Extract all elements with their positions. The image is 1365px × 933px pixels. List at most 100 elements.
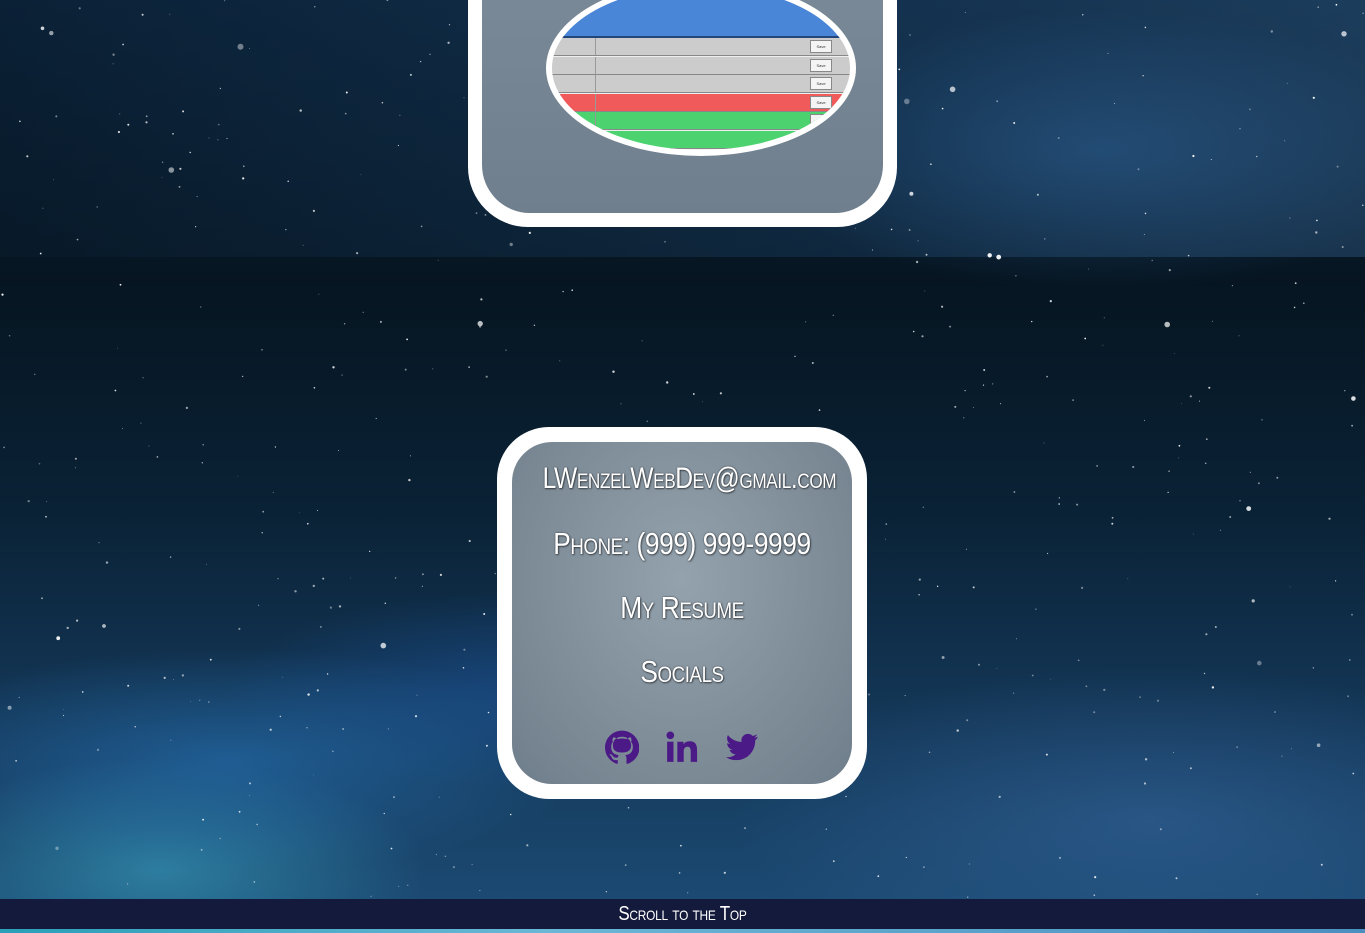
star: [1151, 259, 1153, 262]
star: [179, 167, 182, 170]
star: [384, 602, 386, 604]
star: [397, 144, 399, 147]
star: [55, 115, 58, 118]
resume-link[interactable]: My Resume: [538, 590, 827, 626]
star: [941, 305, 944, 308]
thumbnail-time-cell: [572, 38, 596, 55]
star: [1144, 212, 1147, 215]
star: [941, 107, 944, 110]
scroll-to-top-link[interactable]: Scroll to the Top: [618, 903, 746, 926]
star: [1081, 586, 1084, 590]
star: [1293, 306, 1296, 309]
star: [219, 87, 222, 90]
thumbnail-schedule-row: Save: [552, 93, 850, 112]
star: [161, 176, 163, 178]
star: [1167, 491, 1169, 493]
star: [924, 290, 926, 292]
star: [692, 393, 695, 395]
star: [471, 864, 473, 866]
star: [379, 320, 382, 323]
star: [3, 446, 5, 449]
star: [307, 522, 309, 525]
star: [350, 577, 351, 579]
star: [1256, 893, 1258, 896]
star: [484, 213, 487, 216]
star: [313, 387, 316, 389]
star: [1312, 667, 1314, 669]
star: [983, 369, 986, 371]
twitter-icon[interactable]: [725, 730, 759, 764]
star: [26, 155, 29, 158]
star: [1142, 75, 1144, 77]
email-address[interactable]: LWenzelWebDev@gmail.com: [543, 462, 837, 496]
star: [1341, 31, 1347, 37]
star: [996, 100, 999, 103]
star: [114, 389, 117, 392]
star: [1144, 26, 1147, 29]
star: [925, 253, 928, 256]
star: [818, 409, 821, 411]
star: [1047, 552, 1049, 555]
star: [885, 523, 888, 525]
star: [475, 212, 478, 215]
star: [381, 101, 384, 104]
star: [1164, 321, 1170, 328]
star: [509, 813, 512, 816]
star: [1276, 476, 1279, 479]
star: [448, 24, 451, 26]
star: [429, 53, 431, 55]
star: [394, 577, 397, 579]
star: [1050, 678, 1051, 680]
star: [40, 26, 45, 31]
star: [52, 179, 54, 181]
project-thumbnail[interactable]: Save Save Save Save Save Save: [546, 0, 856, 156]
star: [76, 238, 79, 241]
star: [76, 619, 79, 622]
github-icon[interactable]: [605, 730, 639, 764]
star: [322, 577, 325, 580]
star: [148, 445, 150, 447]
star: [226, 137, 228, 140]
project-card[interactable]: Save Save Save Save Save Save: [468, 0, 897, 227]
star: [1088, 268, 1089, 270]
star: [1102, 344, 1104, 346]
star: [178, 186, 181, 188]
star: [439, 573, 442, 577]
star: [127, 123, 130, 126]
star: [168, 167, 175, 173]
linkedin-icon[interactable]: [665, 730, 699, 764]
star: [209, 658, 212, 661]
star: [102, 624, 106, 628]
star: [1058, 503, 1060, 505]
star: [1289, 217, 1291, 219]
star: [1031, 320, 1033, 323]
star: [256, 823, 258, 826]
star: [169, 13, 171, 15]
star: [949, 86, 956, 93]
star: [127, 883, 129, 885]
star: [241, 375, 244, 378]
star: [1057, 137, 1060, 139]
star: [1211, 686, 1215, 689]
star: [432, 368, 434, 370]
star: [559, 360, 561, 362]
star: [298, 512, 300, 514]
star: [408, 478, 411, 482]
star: [1229, 516, 1232, 518]
star: [172, 133, 174, 135]
star: [19, 120, 21, 123]
star: [249, 48, 250, 49]
star: [627, 806, 630, 809]
star: [122, 43, 124, 46]
star: [1204, 462, 1207, 465]
star: [624, 864, 627, 866]
star: [1107, 52, 1109, 54]
star: [208, 701, 210, 703]
star: [375, 417, 377, 420]
star: [719, 392, 723, 395]
star: [360, 174, 362, 176]
star: [1044, 238, 1046, 240]
star: [127, 684, 130, 687]
star: [1015, 275, 1017, 277]
star: [338, 450, 339, 452]
